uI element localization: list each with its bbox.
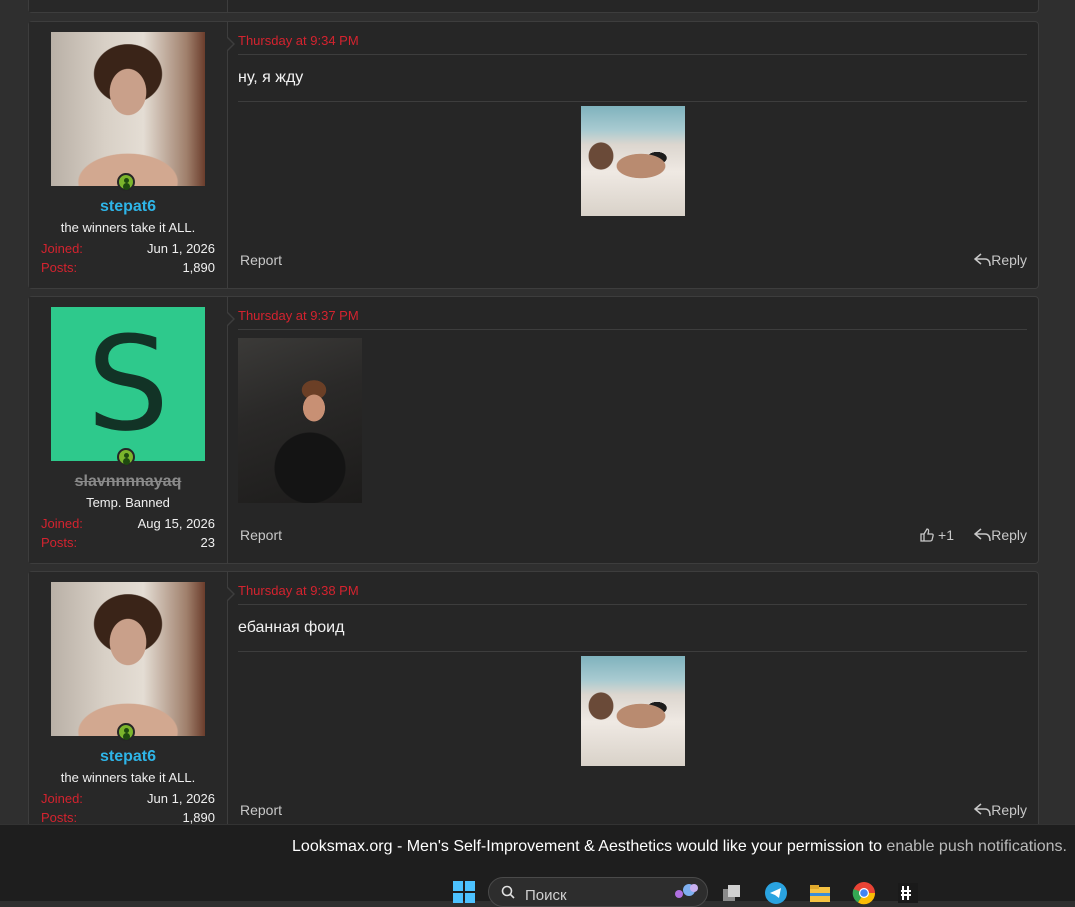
reply-button[interactable]: Reply (974, 252, 1027, 268)
search-icon (501, 885, 515, 899)
avatar[interactable] (51, 32, 205, 186)
joined-label: Joined: (41, 791, 83, 806)
post-message: ебанная фоид (238, 619, 345, 636)
joined-value: Aug 15, 2026 (137, 516, 215, 531)
reply-button[interactable]: Reply (974, 802, 1027, 818)
posts-stat: Posts: 1,890 (41, 810, 215, 825)
post-actions: Report Reply (238, 252, 1027, 270)
report-link[interactable]: Report (240, 252, 282, 268)
file-explorer-icon[interactable] (808, 881, 832, 905)
thumbs-up-icon (920, 528, 934, 542)
posts-label: Posts: (41, 260, 78, 275)
joined-value: Jun 1, 2026 (147, 791, 215, 806)
post-date[interactable]: Thursday at 9:37 PM (238, 308, 359, 323)
post-date[interactable]: Thursday at 9:34 PM (238, 33, 359, 48)
posts-value: 23 (200, 535, 215, 550)
post-content: Thursday at 9:34 PM ну, я жду Report Rep… (238, 22, 1027, 288)
post-content: Thursday at 9:38 PM ебанная фоид Report … (238, 572, 1027, 838)
reply-icon (974, 528, 991, 542)
joined-label: Joined: (41, 241, 83, 256)
butterfly-icon (675, 884, 698, 898)
online-status-icon (117, 173, 135, 191)
posts-stat: Posts: 1,890 (41, 260, 215, 275)
reply-label: Reply (991, 252, 1027, 268)
user-cell: stepat6 the winners take it ALL. Joined:… (29, 22, 235, 288)
reply-label: Reply (991, 802, 1027, 818)
posts-label: Posts: (41, 810, 78, 825)
reply-button[interactable]: Reply (974, 527, 1027, 543)
push-notification-banner: Looksmax.org - Men's Self-Improvement & … (0, 824, 1075, 907)
post-content: Thursday at 9:37 PM Report +1 Reply (238, 297, 1027, 563)
joined-stat: Joined: Jun 1, 2026 (41, 791, 215, 806)
notification-text: Looksmax.org - Men's Self-Improvement & … (292, 838, 1067, 856)
post-actions: Report Reply (238, 802, 1027, 820)
online-status-icon (117, 448, 135, 466)
avatar[interactable] (51, 582, 205, 736)
report-link: Report (240, 527, 283, 543)
user-title: the winners take it ALL. (60, 220, 196, 235)
user-cell: S slavnnnnayaq Temp. Banned Joined: Aug … (29, 297, 235, 563)
previous-post (28, 0, 1039, 13)
reply-icon (974, 803, 991, 817)
reply-icon (974, 253, 991, 267)
report-link[interactable]: Report (240, 802, 282, 818)
divider (238, 604, 1027, 605)
attached-image[interactable] (238, 338, 362, 503)
taskbar-search[interactable]: Поиск (488, 877, 708, 907)
user-arrow (226, 311, 235, 327)
post: stepat6 the winners take it ALL. Joined:… (28, 21, 1039, 289)
posts-value: 1,890 (182, 260, 215, 275)
username[interactable]: slavnnnnayaq (29, 473, 227, 491)
app-icon[interactable] (896, 881, 920, 905)
reactions-button[interactable]: +1 (920, 527, 954, 543)
posts-value: 1,890 (182, 810, 215, 825)
previous-post-user-cell (29, 0, 228, 12)
username[interactable]: stepat6 (29, 748, 227, 766)
posts-stat: Posts: 23 (41, 535, 215, 550)
divider (238, 101, 1027, 102)
avatar[interactable]: S (51, 307, 205, 461)
username[interactable]: stepat6 (29, 198, 227, 216)
divider (238, 54, 1027, 55)
notification-message: Looksmax.org - Men's Self-Improvement & … (292, 838, 887, 855)
posts-label: Posts: (41, 535, 78, 550)
post: stepat6 the winners take it ALL. Joined:… (28, 571, 1039, 839)
joined-value: Jun 1, 2026 (147, 241, 215, 256)
joined-stat: Joined: Aug 15, 2026 (41, 516, 215, 531)
post-actions: Report +1 Reply (238, 527, 1027, 545)
attached-image[interactable] (581, 106, 685, 216)
joined-label: Joined: (41, 516, 83, 531)
online-status-icon (117, 723, 135, 741)
user-title: Temp. Banned (86, 495, 170, 510)
post: S slavnnnnayaq Temp. Banned Joined: Aug … (28, 296, 1039, 564)
search-placeholder: Поиск (525, 887, 567, 904)
user-arrow (226, 36, 235, 52)
user-title: the winners take it ALL. (60, 770, 196, 785)
reply-label: Reply (991, 527, 1027, 543)
user-cell: stepat6 the winners take it ALL. Joined:… (29, 572, 235, 838)
reaction-count: +1 (938, 527, 954, 543)
user-arrow (226, 586, 235, 602)
chrome-icon[interactable] (852, 881, 876, 905)
telegram-icon[interactable] (764, 881, 788, 905)
divider (238, 329, 1027, 330)
task-view-icon[interactable] (720, 881, 744, 905)
post-date[interactable]: Thursday at 9:38 PM (238, 583, 359, 598)
joined-stat: Joined: Jun 1, 2026 (41, 241, 215, 256)
attached-image[interactable] (581, 656, 685, 766)
enable-notifications-link[interactable]: enable push notifications. (886, 838, 1067, 855)
post-message: ну, я жду (238, 69, 304, 86)
divider (238, 651, 1027, 652)
